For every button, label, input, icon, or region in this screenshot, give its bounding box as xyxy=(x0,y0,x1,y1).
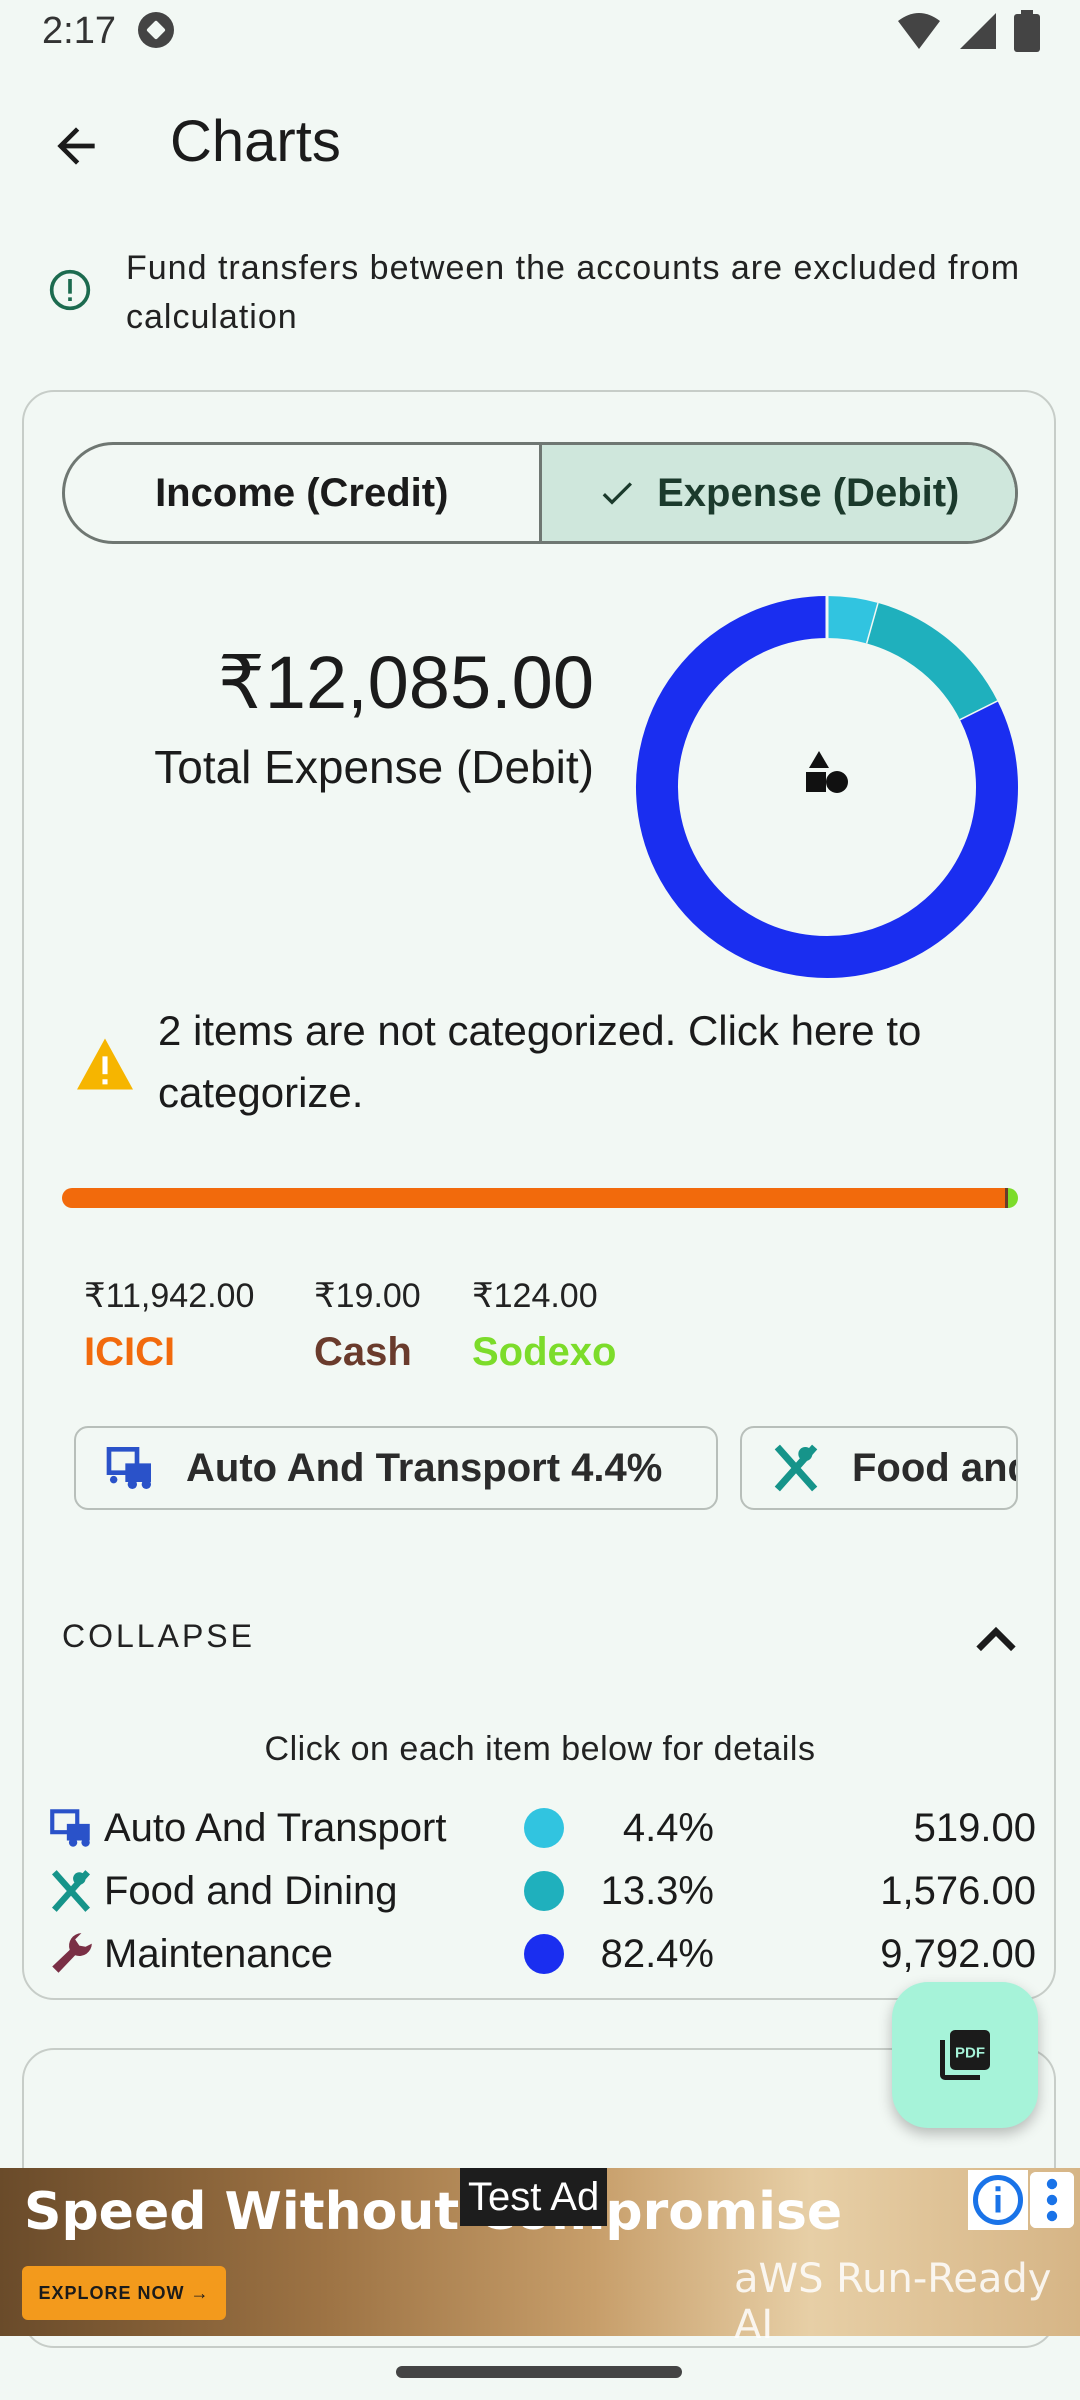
chip-auto-transport[interactable]: Auto And Transport 4.4% xyxy=(74,1426,718,1510)
wrench-icon xyxy=(52,1933,92,1973)
ad-info-icon[interactable] xyxy=(968,2170,1028,2230)
collapse-toggle[interactable]: COLLAPSE xyxy=(62,1618,255,1655)
category-percent: 13.3% xyxy=(600,1868,714,1913)
pdf-icon: PDF xyxy=(940,2030,990,2080)
transport-icon xyxy=(106,1447,151,1489)
ad-brand: aWS Run-Ready AI xyxy=(734,2256,1052,2348)
total-amount: ₹12,085.00 xyxy=(217,641,594,724)
category-name: Auto And Transport xyxy=(104,1805,447,1850)
check-icon xyxy=(602,482,633,505)
info-icon xyxy=(49,269,91,311)
food-icon xyxy=(51,1870,91,1912)
category-row-food-dining[interactable]: Food and Dining 13.3% 1,576.00 xyxy=(46,1860,1036,1922)
category-amount: 9,792.00 xyxy=(880,1931,1036,1976)
chevron-up-icon[interactable] xyxy=(970,1618,1022,1658)
income-toggle-button[interactable]: Income (Credit) xyxy=(65,445,539,541)
status-icons xyxy=(896,10,1040,52)
warning-icon xyxy=(77,1038,133,1090)
category-row-maintenance[interactable]: Maintenance 82.4% 9,792.00 xyxy=(46,1923,1036,1985)
donut-chart[interactable] xyxy=(634,594,1020,980)
income-toggle-label: Income (Credit) xyxy=(155,470,449,515)
account-name: ICICI xyxy=(84,1330,176,1374)
more-vert-icon[interactable] xyxy=(1030,2172,1074,2228)
export-pdf-button[interactable]: PDF xyxy=(892,1982,1038,2128)
food-icon xyxy=(774,1444,818,1492)
account-sodexo[interactable]: ₹124.00 Sodexo xyxy=(472,1276,616,1375)
account-name: Sodexo xyxy=(472,1330,617,1374)
account-cash[interactable]: ₹19.00 Cash xyxy=(314,1276,421,1375)
expense-toggle-label: Expense (Debit) xyxy=(657,470,960,515)
page-title: Charts xyxy=(170,109,341,174)
category-color-dot xyxy=(524,1934,564,1974)
category-row-auto-transport[interactable]: Auto And Transport 4.4% 519.00 xyxy=(46,1797,1036,1859)
wifi-icon xyxy=(898,13,940,49)
details-hint: Click on each item below for details xyxy=(264,1730,816,1768)
uncategorized-warning[interactable]: 2 items are not categorized. Click here … xyxy=(158,1000,1018,1124)
soccer-notification-icon xyxy=(138,12,174,48)
account-value: ₹124.00 xyxy=(472,1277,598,1315)
category-amount: 519.00 xyxy=(913,1805,1036,1850)
chip-label: Auto And Transport 4.4% xyxy=(186,1445,663,1490)
category-name: Maintenance xyxy=(104,1931,334,1976)
account-name: Cash xyxy=(314,1330,412,1374)
total-label: Total Expense (Debit) xyxy=(154,741,594,793)
category-color-dot xyxy=(524,1808,564,1848)
category-percent: 4.4% xyxy=(622,1805,714,1850)
ad-cta-button[interactable]: EXPLORE NOW → xyxy=(22,2266,226,2320)
test-ad-badge: Test Ad xyxy=(460,2168,608,2226)
account-value: ₹11,942.00 xyxy=(84,1277,255,1315)
donut-segment[interactable] xyxy=(826,596,879,644)
account-value: ₹19.00 xyxy=(314,1277,421,1315)
account-split-bar xyxy=(62,1188,1018,1208)
donut-segment[interactable] xyxy=(866,603,998,721)
category-color-dot xyxy=(524,1871,564,1911)
shapes-icon xyxy=(806,751,848,793)
chip-food-dining[interactable]: Food and Dining 13.3% xyxy=(740,1426,1018,1510)
ad-headline: Speed Without Compromise xyxy=(24,2182,843,2242)
expense-toggle-button[interactable]: Expense (Debit) xyxy=(538,445,1015,541)
account-icici[interactable]: ₹11,942.00 ICICI xyxy=(84,1276,254,1375)
category-percent: 82.4% xyxy=(600,1931,714,1976)
status-time: 2:17 xyxy=(42,10,116,52)
chip-label: Food and Dining 13.3% xyxy=(852,1445,1016,1490)
info-banner-text: Fund transfers between the accounts are … xyxy=(126,249,1021,336)
battery-icon xyxy=(1014,10,1040,52)
signal-icon xyxy=(960,13,996,49)
home-indicator[interactable] xyxy=(396,2366,682,2378)
account-bar-segment xyxy=(62,1188,1005,1208)
back-arrow-icon[interactable] xyxy=(48,118,104,174)
svg-text:PDF: PDF xyxy=(955,2045,985,2062)
type-toggle: Income (Credit) Expense (Debit) xyxy=(62,442,1018,544)
transport-icon xyxy=(50,1809,90,1847)
category-amount: 1,576.00 xyxy=(880,1868,1036,1913)
category-name: Food and Dining xyxy=(104,1868,398,1913)
